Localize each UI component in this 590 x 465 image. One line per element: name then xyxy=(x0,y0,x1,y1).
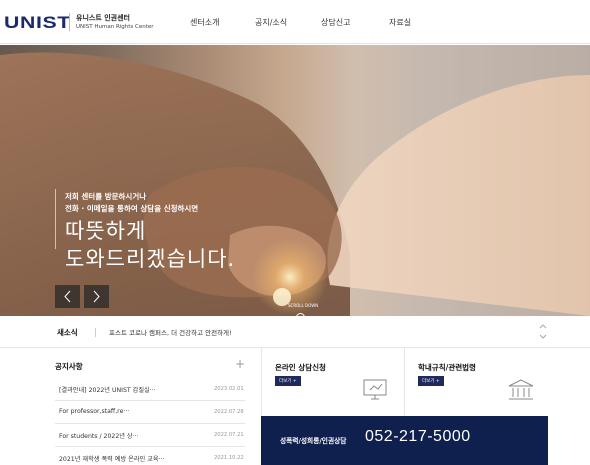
rules-laws-more-button[interactable]: 더보기 + xyxy=(418,376,444,386)
notice-row-date: 2021.10.22 xyxy=(214,455,244,461)
notice-row[interactable]: 2021년 재학생 폭력 예방 온라인 교육··· 2021.10.22 xyxy=(55,447,245,465)
notice-row-title: For students / 2022년 상··· xyxy=(59,433,139,440)
center-name-ko: 유니스트 인권센터 xyxy=(76,14,130,22)
online-counsel-title: 온라인 상담신청 xyxy=(275,363,326,372)
rules-laws-title: 학내규칙/관련법령 xyxy=(418,363,476,372)
plus-icon[interactable]: + xyxy=(235,357,245,371)
news-ticker: 새소식 포스트 코로나 캠퍼스, 더 건강하고 안전하게! xyxy=(0,316,590,348)
hero-title-line1: 따뜻하게 xyxy=(65,219,147,243)
chevron-left-icon xyxy=(64,290,71,303)
chevron-right-icon xyxy=(93,290,100,303)
notice-row[interactable]: For professor,staff,re··· 2022.07.28 xyxy=(55,401,245,424)
scroll-down-label: SCROLL DOWN xyxy=(288,303,319,308)
notice-title: 공지사항 xyxy=(55,362,83,371)
slide-next-button[interactable] xyxy=(84,285,109,308)
hero-accent-line xyxy=(55,189,56,249)
holding-hands-image xyxy=(0,45,590,316)
notice-row-title: [결과안내] 2022년 UNIST 갑질실··· xyxy=(59,387,156,394)
nav-resources[interactable]: 자료실 xyxy=(389,17,411,28)
notice-row-title: 2021년 재학생 폭력 예방 온라인 교육··· xyxy=(59,456,165,463)
notice-row-date: 2022.07.28 xyxy=(214,409,244,415)
site-header: UNIST 유니스트 인권센터 UNIST Human Rights Cente… xyxy=(0,0,590,44)
hero-banner: 저희 센터를 방문하시거나 전화 · 이메일을 통하여 상담을 신청하시면 따뜻… xyxy=(0,45,590,316)
slide-prev-button[interactable] xyxy=(55,285,80,308)
courthouse-icon xyxy=(508,379,534,400)
nav-notice-news[interactable]: 공지/소식 xyxy=(255,17,287,28)
notice-row[interactable]: [결과안내] 2022년 UNIST 갑질실··· 2023.02.01 xyxy=(55,378,245,401)
monitor-icon xyxy=(363,379,387,400)
online-counsel-more-button[interactable]: 더보기 + xyxy=(275,376,301,386)
unist-logo[interactable]: UNIST xyxy=(4,13,71,33)
news-label: 새소식 xyxy=(57,328,78,337)
chevron-up-icon xyxy=(539,324,547,329)
ticker-down-button[interactable] xyxy=(538,332,548,342)
logo-divider xyxy=(69,13,70,31)
hotline-label: 성폭력/성희롱/인권상담 xyxy=(280,437,347,445)
notice-board: 공지사항 + [결과안내] 2022년 UNIST 갑질실··· 2023.02… xyxy=(55,348,250,465)
hotline-banner: 성폭력/성희롱/인권상담 052-217-5000 xyxy=(261,416,548,465)
chevron-down-icon xyxy=(539,334,547,339)
news-divider xyxy=(95,328,96,337)
notice-row[interactable]: For students / 2022년 상··· 2022.07.21 xyxy=(55,424,245,447)
nav-center-intro[interactable]: 센터소개 xyxy=(190,17,219,28)
hero-title-line2: 도와드리겠습니다. xyxy=(65,247,236,271)
hero-subtitle: 저희 센터를 방문하시거나 전화 · 이메일을 통하여 상담을 신청하시면 xyxy=(65,191,198,215)
notice-row-date: 2022.07.21 xyxy=(214,432,244,438)
notice-row-title: For professor,staff,re··· xyxy=(59,408,130,415)
nav-counsel-report[interactable]: 상담신고 xyxy=(321,17,350,28)
center-name-en: UNIST Human Rights Center xyxy=(76,24,154,30)
online-counsel-card[interactable]: 온라인 상담신청 더보기 + xyxy=(261,348,404,416)
hotline-number[interactable]: 052-217-5000 xyxy=(365,428,471,446)
hero-subtitle-line1: 저희 센터를 방문하시거나 xyxy=(65,192,147,201)
notice-row-date: 2023.02.01 xyxy=(214,386,244,392)
news-headline-link[interactable]: 포스트 코로나 캠퍼스, 더 건강하고 안전하게! xyxy=(109,327,232,337)
hero-subtitle-line2: 전화 · 이메일을 통하여 상담을 신청하시면 xyxy=(65,204,199,213)
ticker-up-button[interactable] xyxy=(538,321,548,331)
hero-title: 따뜻하게 도와드리겠습니다. xyxy=(65,217,235,273)
rules-laws-card[interactable]: 학내규칙/관련법령 더보기 + xyxy=(404,348,548,416)
